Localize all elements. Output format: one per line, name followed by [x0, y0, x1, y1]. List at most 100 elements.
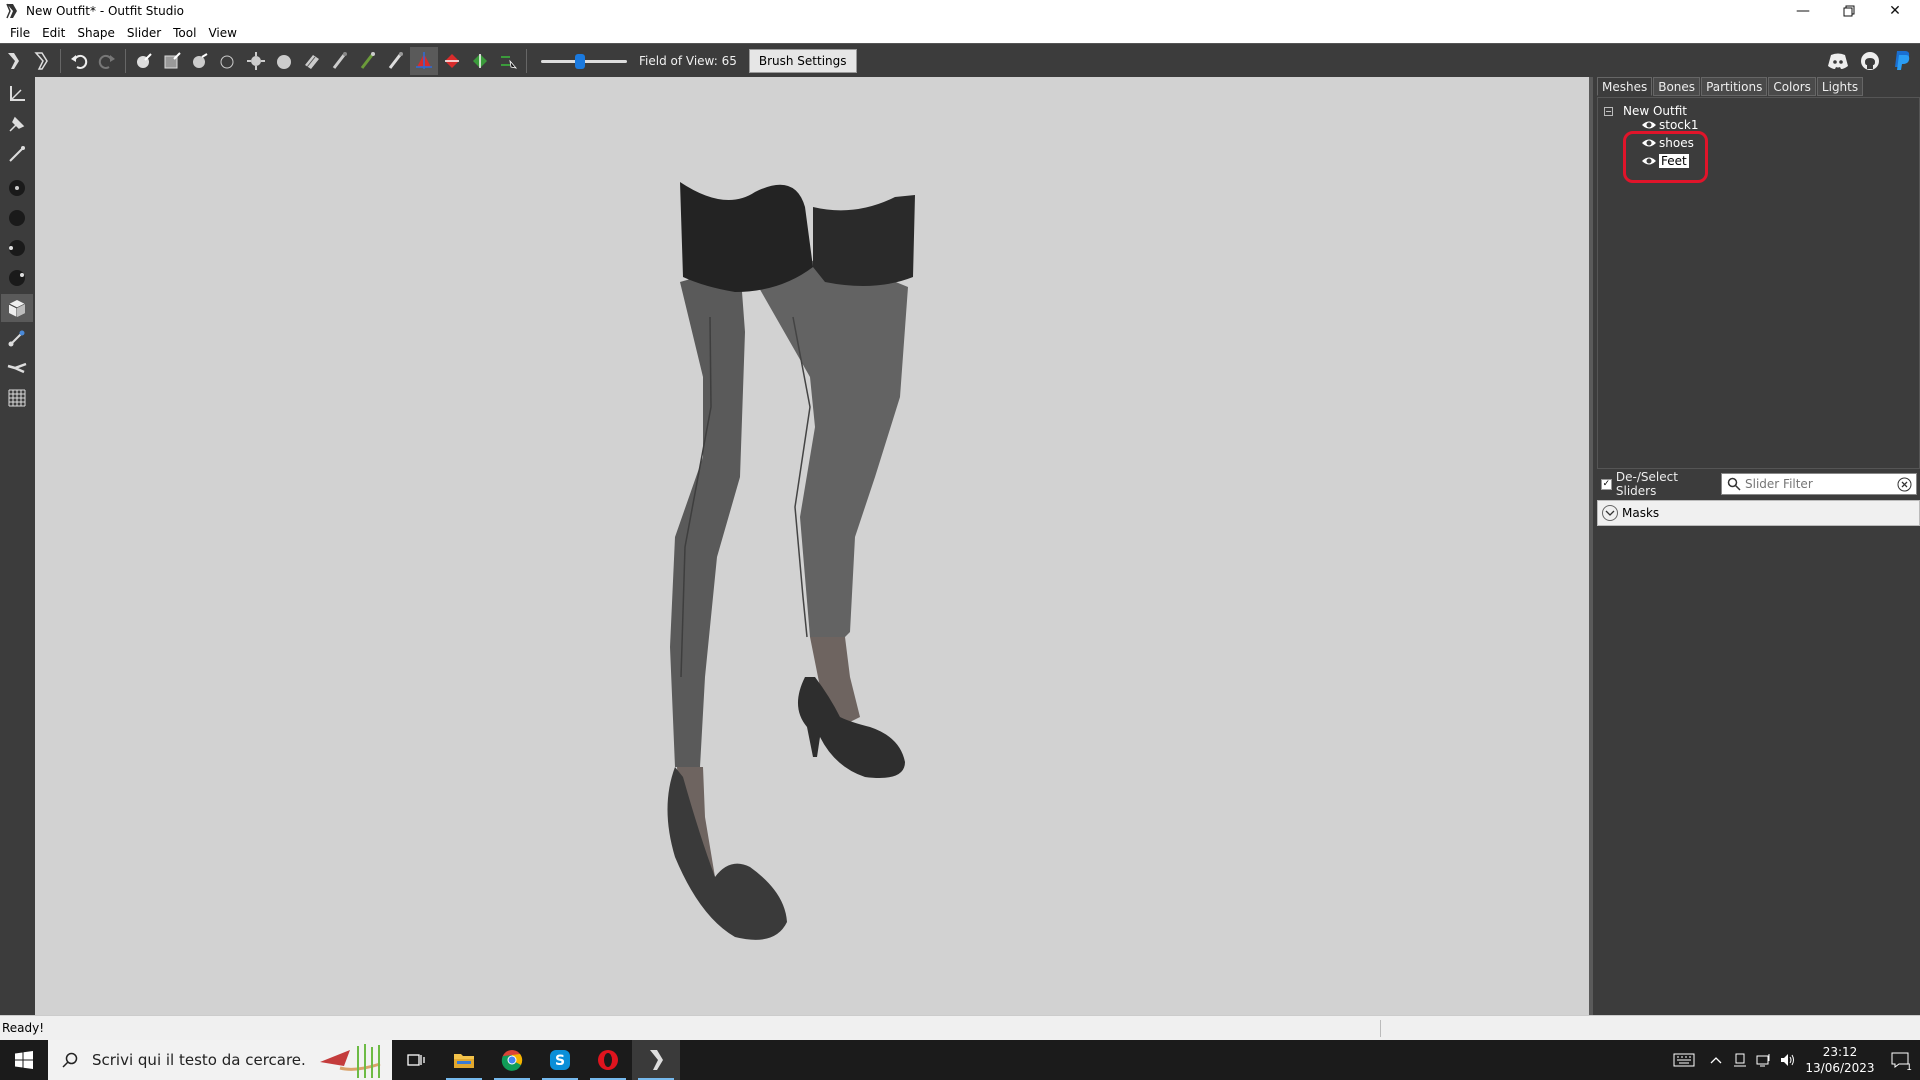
skype-button[interactable]: S [536, 1040, 584, 1080]
select-tool-button[interactable] [0, 47, 28, 75]
global-brush-button[interactable] [466, 47, 494, 75]
undo-icon [71, 54, 88, 69]
menu-shape[interactable]: Shape [71, 26, 121, 40]
tab-lights[interactable]: Lights [1816, 77, 1864, 96]
alpha-brush-button[interactable] [382, 47, 410, 75]
pivot-tool-button[interactable] [1, 110, 33, 138]
redo-icon [98, 54, 115, 69]
fov-slider[interactable] [541, 51, 627, 71]
grid-icon [8, 389, 26, 407]
volume-button[interactable] [1776, 1040, 1800, 1080]
global-brush-icon [473, 53, 487, 68]
masks-slider-group[interactable]: Masks [1597, 500, 1920, 526]
brush-settings-button[interactable]: Brush Settings [748, 48, 857, 73]
smooth-brush-button[interactable] [270, 47, 298, 75]
menu-edit[interactable]: Edit [36, 26, 71, 40]
menu-view[interactable]: View [202, 26, 242, 40]
tab-bones[interactable]: Bones [1653, 77, 1701, 96]
notification-count: 1 [1906, 1063, 1912, 1073]
vertex-select-button[interactable] [1, 140, 33, 168]
minimize-button[interactable]: — [1780, 0, 1826, 22]
status-bar: Ready! [0, 1015, 1920, 1040]
show-hidden-icons-button[interactable] [1704, 1040, 1728, 1080]
clear-icon[interactable] [1897, 477, 1912, 492]
alpha-brush-icon [388, 51, 403, 69]
x-mirror-button[interactable] [410, 46, 438, 75]
tree-root-label: New Outfit [1623, 104, 1688, 118]
3d-viewport[interactable] [35, 77, 1589, 1015]
device-button[interactable] [1728, 1040, 1752, 1080]
tree-root[interactable]: − New Outfit [1604, 104, 1687, 118]
left-tool-strip [0, 77, 35, 1015]
menu-file[interactable]: File [4, 26, 36, 40]
eye-icon[interactable] [1641, 119, 1657, 131]
skype-icon: S [550, 1050, 570, 1070]
restrict-plane-button[interactable] [494, 47, 522, 75]
tab-partitions[interactable]: Partitions [1701, 77, 1768, 96]
x-mirror-icon [416, 51, 432, 69]
grid-button[interactable] [1, 384, 33, 412]
bone-edit-button[interactable] [1, 354, 33, 382]
bone-tool-button[interactable] [1, 324, 33, 352]
restrict-plane-icon [501, 55, 518, 69]
start-button[interactable] [0, 1040, 48, 1080]
inflate-brush-button[interactable] [186, 47, 214, 75]
shaded-view-button[interactable] [1, 294, 33, 322]
redo-button[interactable] [93, 47, 121, 75]
fov-label: Field of View: 65 [639, 53, 737, 68]
svg-text:S: S [555, 1053, 565, 1069]
tree-node-stock1[interactable]: stock1 [1641, 118, 1698, 132]
github-button[interactable] [1856, 47, 1884, 75]
deflate-brush-button[interactable] [214, 47, 242, 75]
paypal-button[interactable] [1888, 47, 1916, 75]
deselect-checkbox[interactable]: ✓ [1601, 478, 1612, 490]
deflate-brush-icon [220, 55, 234, 68]
undiff-brush-button[interactable] [298, 47, 326, 75]
fov-slider-thumb[interactable] [575, 53, 585, 69]
small-dot-icon [9, 180, 25, 196]
connected-only-button[interactable] [438, 47, 466, 75]
slider-filter-input[interactable] [1745, 477, 1895, 491]
standard-brush-button[interactable] [130, 47, 158, 75]
opera-button[interactable] [584, 1040, 632, 1080]
brush-size-xl-button[interactable] [1, 264, 33, 292]
transform-tool-button[interactable] [1, 80, 33, 108]
network-button[interactable] [1752, 1040, 1776, 1080]
brush-size-small-button[interactable] [1, 174, 33, 202]
chevron-down-icon[interactable] [1602, 505, 1618, 521]
tab-colors[interactable]: Colors [1768, 77, 1816, 96]
taskbar-search[interactable]: Scrivi qui il testo da cercare. [48, 1040, 392, 1080]
outfit-studio-task-button[interactable] [632, 1040, 680, 1080]
close-button[interactable]: ✕ [1872, 0, 1918, 22]
menu-tool[interactable]: Tool [167, 26, 202, 40]
deselect-sliders-toggle[interactable]: ✓ De-/Select Sliders [1597, 470, 1721, 498]
toolbar-separator [526, 48, 527, 73]
color-brush-icon [360, 51, 375, 69]
mesh-tree: − New Outfit stock1 shoes Feet [1597, 97, 1920, 469]
tab-meshes[interactable]: Meshes [1597, 77, 1653, 96]
brush-size-medium-button[interactable] [1, 204, 33, 232]
notifications-button[interactable]: 1 [1880, 1040, 1920, 1080]
task-view-button[interactable] [392, 1040, 440, 1080]
discord-button[interactable] [1824, 47, 1852, 75]
color-brush-button[interactable] [354, 47, 382, 75]
restore-button[interactable] [1826, 0, 1872, 22]
undo-button[interactable] [65, 47, 93, 75]
weight-brush-button[interactable] [326, 47, 354, 75]
chrome-button[interactable] [488, 1040, 536, 1080]
outfit-studio-icon [6, 3, 17, 19]
transform-tool-button[interactable] [28, 47, 56, 75]
shaded-cube-icon [8, 300, 26, 317]
keyboard-layout-button[interactable] [1664, 1040, 1704, 1080]
file-explorer-button[interactable] [440, 1040, 488, 1080]
collapse-icon[interactable]: − [1604, 106, 1613, 116]
mesh-label: stock1 [1659, 118, 1699, 132]
social-links [1824, 44, 1920, 78]
brush-size-large-button[interactable] [1, 234, 33, 262]
clock-date: 13/06/2023 [1805, 1061, 1875, 1075]
mask-brush-button[interactable] [158, 47, 186, 75]
move-brush-button[interactable] [242, 47, 270, 75]
menu-slider[interactable]: Slider [121, 26, 167, 40]
clock[interactable]: 23:12 13/06/2023 [1800, 1044, 1880, 1076]
left-shoe [667, 767, 787, 940]
